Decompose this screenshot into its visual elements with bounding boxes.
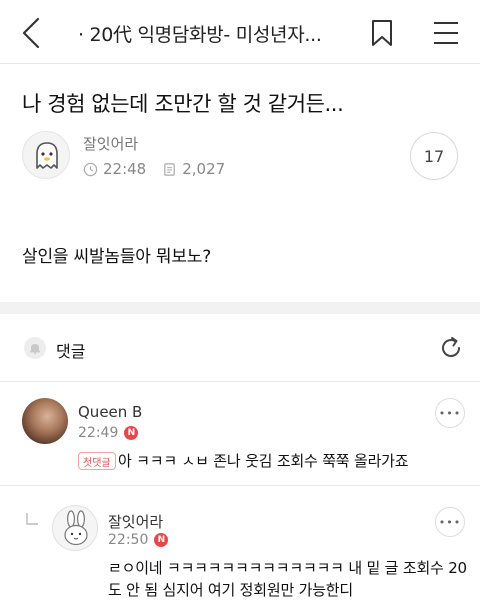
more-options-button[interactable]: ••• [435, 398, 465, 428]
more-dots-icon: ••• [438, 515, 462, 529]
section-divider [0, 302, 480, 314]
post-time: 22:48 [103, 160, 147, 178]
avatar[interactable] [22, 131, 70, 179]
comment-meta: 22:49 N [78, 425, 139, 441]
hamburger-menu-icon [434, 22, 458, 44]
comment-item: Queen B 22:49 N ••• 첫댓글 아 ㅋㅋㅋ ㅅㅂ 존나 웃김 조… [0, 383, 480, 486]
more-dots-icon: ••• [438, 406, 462, 420]
first-comment-badge: 첫댓글 [78, 452, 116, 470]
comments-label: 댓글 [56, 342, 86, 361]
comment-text: ㄹㅇ이네 ㅋㅋㅋㅋㅋㅋㅋㅋㅋㅋㅋㅋㅋ 내 밑 글 조회수 20도 안 됨 심지어… [108, 559, 467, 599]
comment-text: 아 ㅋㅋㅋ ㅅㅂ 존나 웃김 조회수 쭉쭉 올라가죠 [118, 452, 409, 470]
avatar[interactable] [22, 398, 68, 444]
author-name[interactable]: 잘잇어라 [83, 133, 138, 154]
comment-count-button[interactable]: 17 [410, 132, 458, 180]
clock-icon [83, 162, 98, 176]
ghost-avatar-icon [36, 142, 58, 169]
avatar[interactable] [52, 505, 98, 551]
comment-time: 22:49 [78, 425, 119, 441]
app-bar: · 20代 익명담화방- 미성년자... [0, 0, 480, 64]
bell-glyph-icon [30, 344, 40, 355]
bookmark-button[interactable] [368, 18, 396, 48]
more-options-button[interactable]: ••• [435, 507, 465, 537]
refresh-button[interactable] [438, 334, 464, 362]
reply-arrow-icon [26, 513, 38, 525]
document-icon [164, 162, 176, 176]
reply-item: 잘잇어라 22:50 N ••• ㄹㅇ이네 ㅋㅋㅋㅋㅋㅋㅋㅋㅋㅋㅋㅋㅋ 내 밑 … [0, 487, 480, 602]
refresh-icon [442, 337, 460, 357]
chevron-left-icon [22, 17, 40, 49]
comment-meta: 22:50 N [108, 532, 169, 548]
menu-button[interactable] [430, 20, 462, 46]
view-count: 2,027 [182, 160, 226, 178]
comment-time: 22:50 [108, 532, 149, 548]
back-button[interactable] [16, 14, 50, 52]
comment-author[interactable]: 잘잇어라 [108, 511, 163, 532]
comment-author[interactable]: Queen B [78, 403, 142, 421]
bunny-avatar-icon [64, 510, 88, 546]
bell-icon[interactable] [24, 337, 46, 359]
comments-header: 댓글 [0, 314, 480, 382]
post-meta: 22:48 2,027 [83, 158, 225, 180]
new-badge: N [154, 533, 169, 547]
new-badge: N [124, 426, 139, 440]
board-title[interactable]: · 20代 익명담화방- 미성년자... [78, 20, 358, 47]
post-title: 나 경험 없는데 조만간 할 것 같거든... [22, 92, 344, 116]
bookmark-icon [372, 20, 392, 46]
post-body: 살인을 씨발놈들아 뭐보노? [22, 247, 212, 267]
